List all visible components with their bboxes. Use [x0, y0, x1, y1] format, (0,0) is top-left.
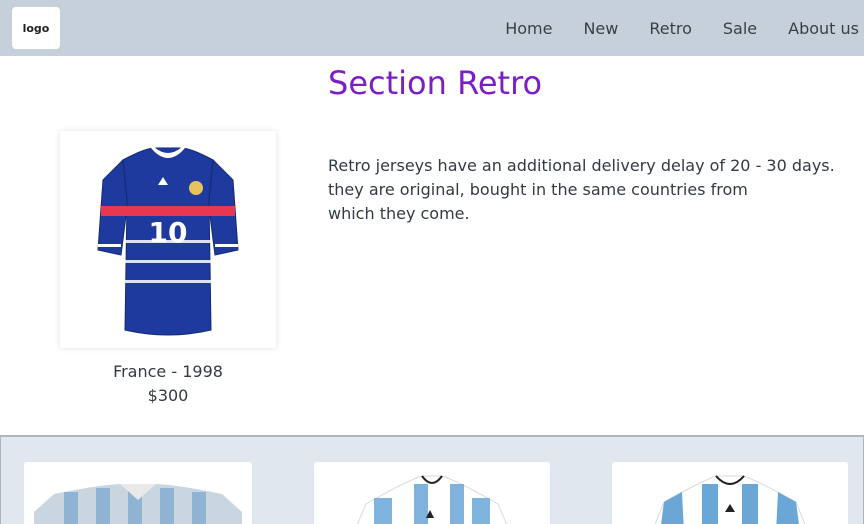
description-line: they are original, bought in the same co…: [328, 180, 748, 199]
product-price: $300: [147, 386, 189, 405]
nav-link-retro[interactable]: Retro: [649, 19, 692, 38]
section-title: Section Retro: [328, 64, 543, 102]
product-thumb[interactable]: [314, 462, 550, 524]
argentina-jersey-adidas-2006-image: [654, 475, 806, 524]
argentina-jersey-adidas-image: [356, 475, 508, 524]
product-thumb[interactable]: [24, 462, 252, 524]
nav-link-home[interactable]: Home: [505, 19, 552, 38]
section-description: Retro jerseys have an additional deliver…: [328, 154, 835, 226]
product-card-france-1998[interactable]: 10: [60, 131, 276, 348]
jersey-image: 10: [97, 145, 239, 335]
description-line: Retro jerseys have an additional deliver…: [328, 156, 835, 175]
logo[interactable]: logo: [12, 7, 60, 49]
product-thumb[interactable]: [612, 462, 848, 524]
nav-links: Home New Retro Sale About us: [474, 0, 864, 56]
description-line: which they come.: [328, 204, 470, 223]
argentina-retro-jersey-image: [34, 484, 242, 524]
product-name[interactable]: France - 1998: [60, 362, 276, 381]
jersey-number: 10: [149, 216, 188, 249]
nav-link-new[interactable]: New: [583, 19, 618, 38]
more-products-strip: [0, 435, 864, 524]
nav-link-sale[interactable]: Sale: [723, 19, 757, 38]
nav-link-about[interactable]: About us: [788, 19, 859, 38]
navbar: logo Home New Retro Sale About us: [0, 0, 864, 56]
